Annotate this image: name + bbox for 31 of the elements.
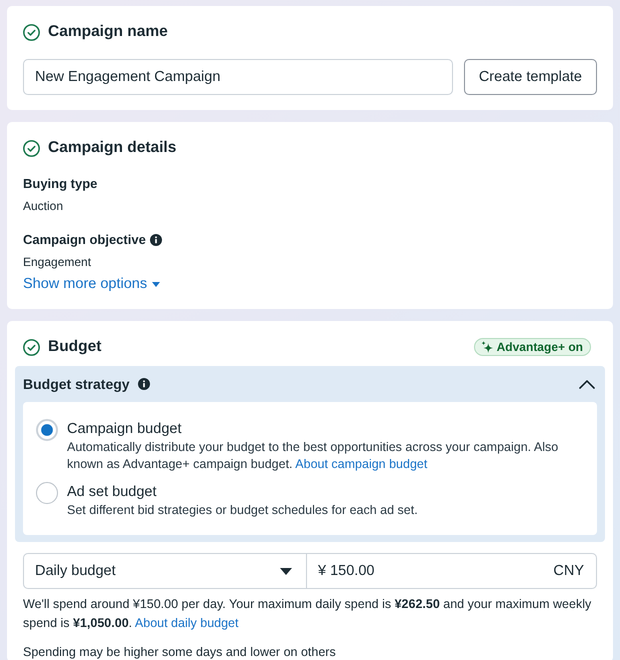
show-more-link[interactable]: Show more options: [23, 274, 160, 294]
spending-note: Spending may be higher some days and lower on others: [23, 644, 337, 660]
budget-type-dropdown[interactable]: Daily budget: [23, 553, 307, 589]
option-label: Ad set budget: [67, 483, 158, 502]
card-title: Budget: [48, 337, 102, 357]
radio-button[interactable]: [36, 419, 58, 441]
sparkle-icon: [480, 341, 493, 353]
radio-button[interactable]: [36, 482, 58, 504]
create-template-button[interactable]: Create template: [464, 59, 597, 95]
campaign-name-field[interactable]: New Engagement Campaign: [23, 59, 453, 95]
info-icon[interactable]: [138, 378, 150, 390]
field-value: Auction: [23, 198, 64, 214]
currency-label: CNY: [553, 563, 584, 579]
about-campaign-budget-link[interactable]: About campaign budget: [295, 457, 428, 471]
option-label: Campaign budget: [67, 420, 182, 439]
info-icon[interactable]: [150, 234, 162, 246]
budget-note: We'll spend around ¥150.00 per day. Your maximum daily spend is ¥262.50 and your maximum weekly spend is ¥1,050.00. About daily budget: [23, 596, 592, 632]
card-title: Campaign name: [48, 22, 168, 42]
advantage-status-text: Advantage+ on: [496, 340, 583, 354]
card-title: Campaign details: [48, 138, 176, 158]
field-value: Engagement: [23, 254, 92, 270]
option-description: Automatically distribute your budget to the best opportunities across your campaign. Also known as Advantage+ campaign budget. About campaign budget: [67, 439, 560, 473]
panel-title: Budget strategy: [23, 376, 130, 392]
field-label: Buying type: [23, 175, 98, 193]
chevron-up-icon[interactable]: [579, 380, 595, 388]
caret-down-icon: [152, 282, 160, 286]
field-label: Campaign objective: [23, 231, 146, 249]
advantage-pill[interactable]: Advantage+ on: [474, 338, 591, 356]
caret-down-icon: [280, 568, 292, 574]
about-daily-budget-link[interactable]: About daily budget: [134, 616, 238, 630]
option-description: Set different bid strategies or budget schedules for each ad set.: [67, 502, 418, 519]
